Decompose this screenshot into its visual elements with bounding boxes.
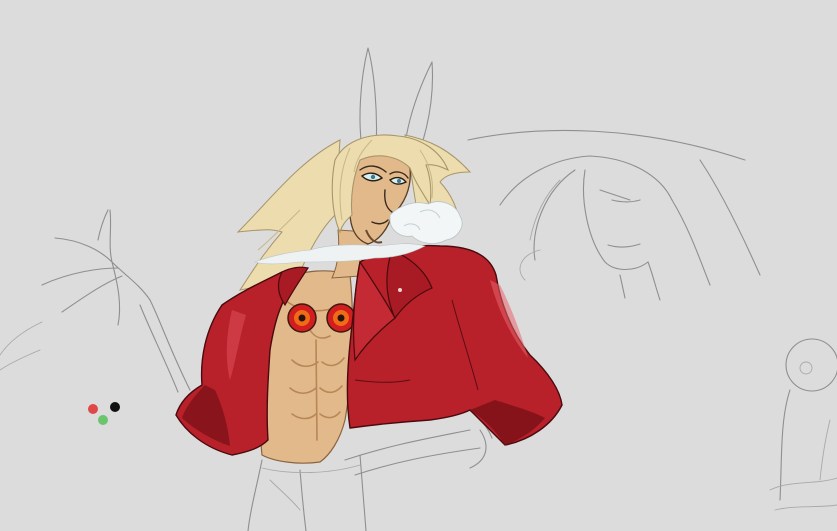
character-illustration	[175, 134, 563, 464]
chest-eye-left	[287, 303, 317, 333]
chest-eye-right	[326, 303, 356, 333]
swatch-green	[98, 415, 108, 425]
drawing-canvas	[0, 0, 837, 531]
swatch-black	[110, 402, 120, 412]
jacket-button	[398, 288, 402, 292]
pupil-right	[397, 179, 401, 183]
color-swatches	[86, 402, 122, 428]
hair-back	[236, 139, 341, 291]
pupil-left	[370, 174, 376, 180]
swatch-red	[88, 404, 98, 414]
